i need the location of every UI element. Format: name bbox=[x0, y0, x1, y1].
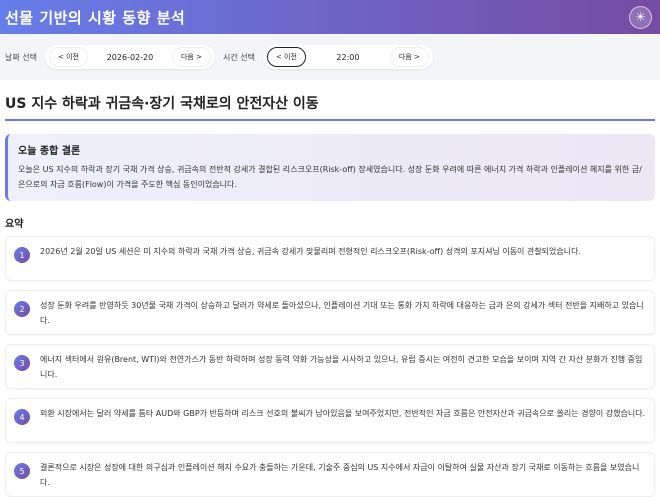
conclusion-text: 오늘은 US 지수의 하락과 장기 국채 가격 상승, 귀금속의 전반적 강세가… bbox=[18, 165, 642, 189]
item-number-badge: 3 bbox=[14, 355, 30, 371]
summary-item: 4 외환 시장에서는 달러 약세를 틈타 AUD와 GBP가 반등하며 리스크 선… bbox=[5, 398, 655, 443]
summary-heading: 요약 bbox=[5, 219, 24, 230]
date-next-button[interactable]: 다음 > bbox=[171, 47, 211, 67]
summary-text: 결론적으로 시장은 성장에 대한 의구심과 인플레이션 헤지 수요가 충돌하는 … bbox=[40, 463, 640, 487]
summary-item: 2 성장 둔화 우려를 반영하듯 30년물 국채 가격이 상승하고 달러가 약세로… bbox=[5, 290, 655, 335]
app-header: 선물 기반의 시황 동향 분석 ☀ bbox=[0, 0, 660, 34]
conclusion-heading: 오늘 종합 결론 bbox=[18, 146, 81, 157]
conclusion-box: 오늘 종합 결론 오늘은 US 지수의 하락과 장기 국채 가격 상승, 귀금속… bbox=[5, 134, 655, 201]
time-select-label: 시간 선택 bbox=[222, 52, 255, 62]
summary-item: 1 2026년 2월 20일 US 세션은 미 지수의 하락과 국채 가격 상승,… bbox=[5, 236, 655, 281]
summary-item: 5 결론적으로 시장은 성장에 대한 의구심과 인플레이션 헤지 수요가 충돌하는… bbox=[5, 452, 655, 497]
selector-bar: 날짜 선택 < 이전 2026-02-20 다음 > 시간 선택 < 이전 22… bbox=[0, 34, 660, 80]
time-selector: < 이전 22:00 다음 > bbox=[262, 45, 433, 69]
date-value: 2026-02-20 bbox=[106, 52, 154, 62]
date-selector: < 이전 2026-02-20 다음 > bbox=[44, 45, 215, 69]
time-prev-button[interactable]: < 이전 bbox=[266, 47, 306, 67]
report-title: US 지수 하락과 귀금속·장기 국채로의 안전자산 이동 bbox=[5, 93, 655, 121]
summary-item: 3 에너지 섹터에서 원유(Brent, WTI)와 천연가스가 동반 하락하며 … bbox=[5, 344, 655, 389]
item-number-badge: 5 bbox=[14, 463, 30, 479]
summary-text: 외환 시장에서는 달러 약세를 틈타 AUD와 GBP가 반등하며 리스크 선호… bbox=[40, 409, 646, 418]
summary-text: 성장 둔화 우려를 반영하듯 30년물 국채 가격이 상승하고 달러가 약세로 … bbox=[40, 301, 644, 325]
page-header-title: 선물 기반의 시황 동향 분석 bbox=[5, 8, 186, 27]
summary-text: 에너지 섹터에서 원유(Brent, WTI)와 천연가스가 동반 하락하며 성… bbox=[40, 355, 643, 379]
date-select-label: 날짜 선택 bbox=[5, 52, 37, 62]
date-prev-button[interactable]: < 이전 bbox=[48, 47, 88, 67]
item-number-badge: 1 bbox=[14, 247, 30, 263]
item-number-badge: 2 bbox=[14, 301, 30, 317]
item-number-badge: 4 bbox=[14, 409, 30, 425]
theme-toggle-sun-icon[interactable]: ☀ bbox=[629, 5, 652, 29]
main-content: US 지수 하락과 귀금속·장기 국채로의 안전자산 이동 오늘 종합 결론 오… bbox=[0, 93, 660, 497]
time-next-button[interactable]: 다음 > bbox=[389, 47, 429, 67]
time-value: 22:00 bbox=[336, 52, 360, 62]
summary-text: 2026년 2월 20일 US 세션은 미 지수의 하락과 국채 가격 상승, … bbox=[40, 247, 582, 256]
summary-list: 1 2026년 2월 20일 US 세션은 미 지수의 하락과 국채 가격 상승,… bbox=[5, 236, 655, 497]
